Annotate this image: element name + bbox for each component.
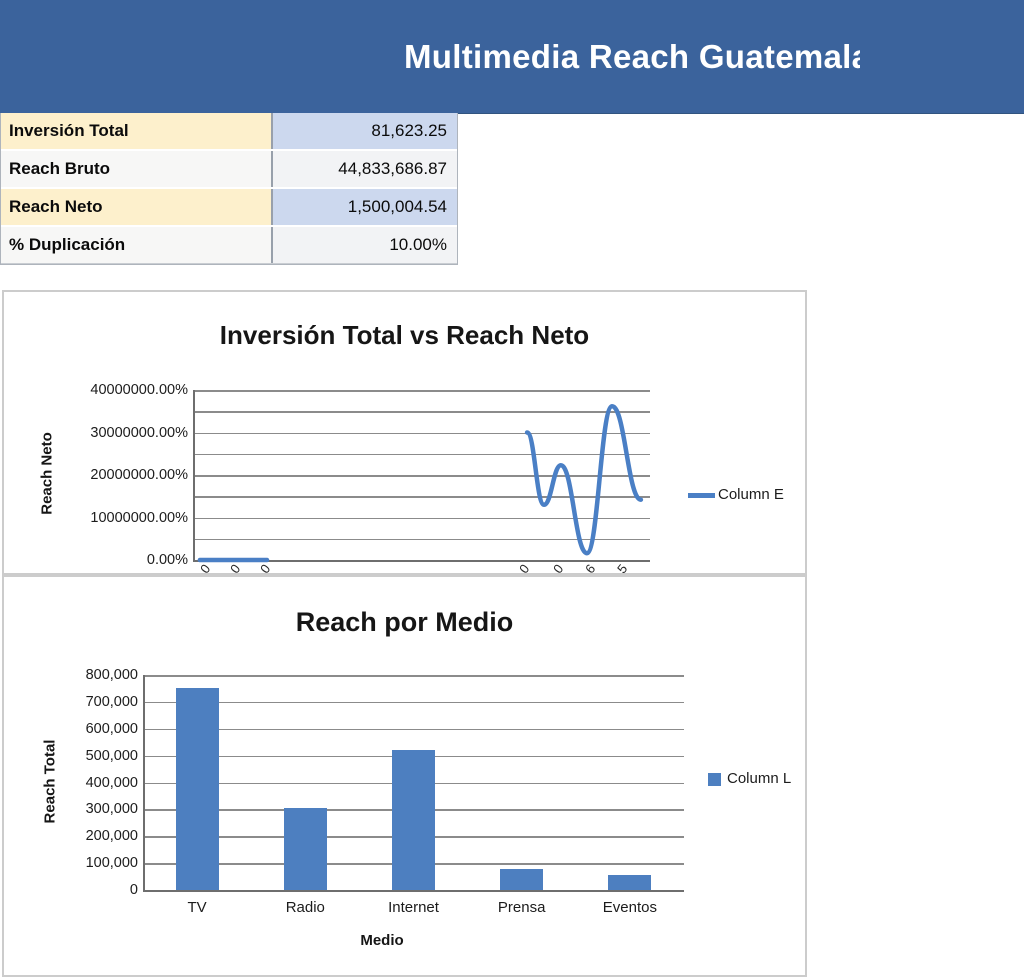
table-row[interactable]: Reach Bruto44,833,686.87 (1, 151, 457, 189)
y-tick-label: 10000000.00% (54, 509, 188, 527)
bar-tv (176, 688, 219, 890)
y-tick-label: 400,000 (56, 774, 138, 792)
bar-chart-x-axis-title: Medio (282, 932, 482, 949)
x-tick-label-clipped: 0 (257, 561, 273, 575)
y-tick-label: 700,000 (56, 693, 138, 711)
header-banner: Multimedia Reach Guatemala (0, 0, 1024, 114)
bar-radio (284, 808, 327, 890)
y-tick-label: 40000000.00% (54, 381, 188, 399)
bar-legend-label: Column L (727, 770, 791, 787)
gridline (143, 890, 684, 892)
x-category-label: Internet (364, 899, 464, 916)
x-tick-label-clipped: 0 (197, 561, 213, 575)
y-tick-label: 800,000 (56, 666, 138, 684)
x-tick-label-clipped: 0 (550, 561, 566, 575)
y-tick-label: 20000000.00% (54, 466, 188, 484)
y-tick-label: 0.00% (54, 551, 188, 569)
x-category-label: TV (147, 899, 247, 916)
x-category-label: Radio (255, 899, 355, 916)
x-category-label: Prensa (472, 899, 572, 916)
bar-legend-swatch-icon (708, 773, 721, 786)
table-value-cell[interactable]: 81,623.25 (273, 113, 457, 149)
y-tick-label: 0 (56, 881, 138, 899)
x-category-label: Eventos (580, 899, 680, 916)
table-row[interactable]: Reach Neto1,500,004.54 (1, 189, 457, 227)
page-title: Multimedia Reach Guatemala (404, 38, 860, 76)
gridline (143, 702, 684, 704)
table-value-cell[interactable]: 1,500,004.54 (273, 189, 457, 225)
line-chart-title: Inversión Total vs Reach Neto (4, 320, 805, 351)
table-value-cell[interactable]: 44,833,686.87 (273, 151, 457, 187)
y-tick-label: 500,000 (56, 747, 138, 765)
summary-table: Inversión Total81,623.25Reach Bruto44,83… (0, 113, 458, 265)
table-value-cell[interactable]: 10.00% (273, 227, 457, 263)
line-legend-label: Column E (718, 486, 784, 503)
line-legend-swatch-icon (688, 493, 715, 498)
bar-chart-title: Reach por Medio (4, 607, 805, 638)
table-label-cell[interactable]: % Duplicación (1, 227, 273, 263)
x-tick-label-clipped: 6 (582, 561, 598, 575)
y-tick-label: 300,000 (56, 800, 138, 818)
line-series (193, 390, 650, 560)
y-axis-line (143, 675, 145, 890)
y-tick-label: 30000000.00% (54, 424, 188, 442)
bar-chart-panel[interactable]: Reach por Medio Reach Total Medio Column… (2, 575, 807, 977)
y-tick-label: 200,000 (56, 827, 138, 845)
spreadsheet-page: { "header": { "title": "Multimedia Reach… (0, 0, 1024, 980)
x-tick-label-clipped: 0 (227, 561, 243, 575)
gridline (143, 675, 684, 677)
bar-eventos (608, 875, 651, 890)
table-label-cell[interactable]: Reach Bruto (1, 151, 273, 187)
gridline (143, 729, 684, 731)
table-label-cell[interactable]: Inversión Total (1, 113, 273, 149)
table-row[interactable]: % Duplicación10.00% (1, 227, 457, 264)
line-chart-y-axis-title: Reach Neto (39, 394, 56, 554)
x-tick-label-clipped: 5 (614, 561, 630, 575)
table-row[interactable]: Inversión Total81,623.25 (1, 113, 457, 151)
bar-prensa (500, 869, 543, 890)
bar-internet (392, 750, 435, 890)
line-chart-panel[interactable]: Inversión Total vs Reach Neto Reach Neto… (2, 290, 807, 575)
y-tick-label: 600,000 (56, 720, 138, 738)
header-title-clip: Multimedia Reach Guatemala (404, 0, 860, 113)
y-tick-label: 100,000 (56, 854, 138, 872)
table-label-cell[interactable]: Reach Neto (1, 189, 273, 225)
x-tick-label-clipped: 0 (516, 561, 532, 575)
